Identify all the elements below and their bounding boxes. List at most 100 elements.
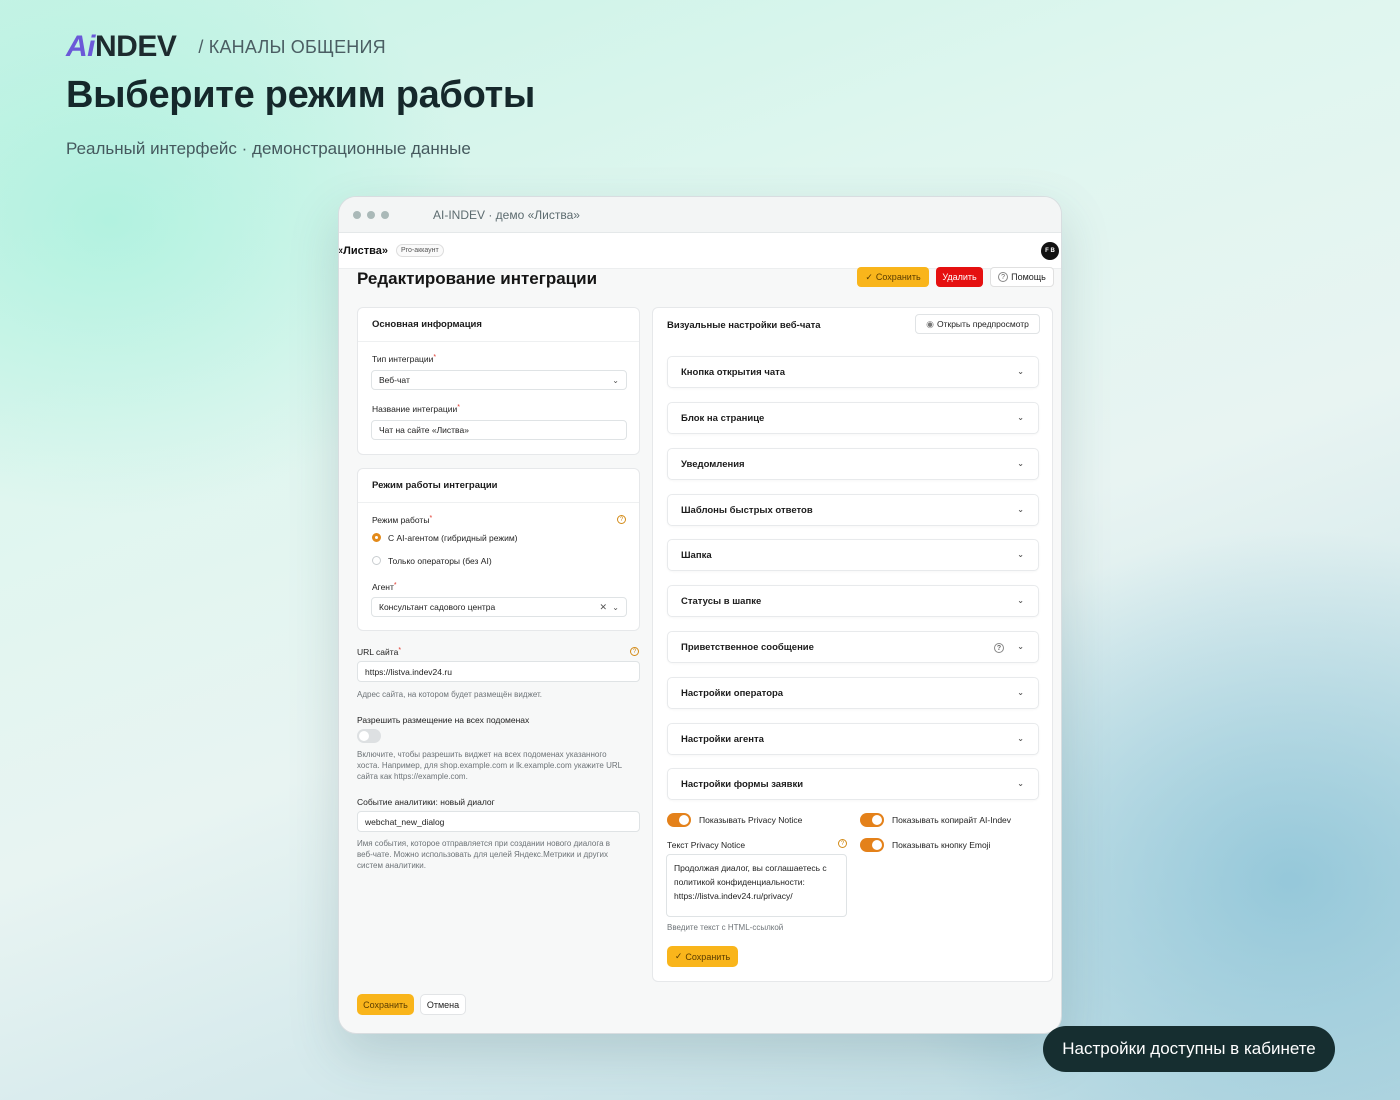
chevron-down-icon: ⌄ (1017, 550, 1024, 559)
preview-button[interactable]: ◉ Открыть предпросмотр (915, 314, 1040, 334)
analytics-value: webchat_new_dialog (365, 816, 445, 827)
window-title: AI-INDEV · демо «Листва» (433, 207, 580, 222)
name-value: Чат на сайте «Листва» (379, 425, 469, 435)
privacy-text-label: Текст Privacy Notice (667, 840, 746, 850)
chevron-down-icon: ⌄ (1017, 688, 1024, 697)
type-value: Веб-чат (379, 375, 410, 385)
agent-select[interactable]: Консультант садового центра ✕ ⌄ (371, 597, 627, 617)
url-hint: Адрес сайта, на котором будет размещён в… (357, 690, 543, 699)
avatar[interactable]: F B (1041, 242, 1059, 260)
save-button-top[interactable]: ✓ Сохранить (857, 267, 929, 287)
window-dot-3 (381, 210, 389, 219)
section-page-block[interactable]: Блок на странице ⌄ (667, 402, 1039, 434)
delete-label: Удалить (942, 272, 977, 282)
chevron-down-icon: ⌄ (1017, 459, 1024, 468)
section-header[interactable]: Шапка ⌄ (667, 539, 1039, 571)
visual-save-button[interactable]: ✓ Сохранить (667, 946, 738, 967)
emoji-toggle[interactable] (860, 838, 884, 852)
help-button[interactable]: ? Помощь (990, 267, 1054, 287)
logo-ai: Ai (66, 30, 96, 63)
radio-operators-label[interactable]: Только операторы (без AI) (388, 556, 492, 566)
analytics-input[interactable]: webchat_new_dialog (357, 811, 640, 832)
radio-operators-mode[interactable] (372, 556, 381, 565)
clear-icon[interactable]: ✕ (599, 602, 607, 613)
info-icon[interactable]: ? (630, 647, 639, 656)
save-button-bottom[interactable]: Сохранить (357, 994, 414, 1015)
chevron-down-icon: ⌄ (1017, 596, 1024, 605)
cancel-button[interactable]: Отмена (420, 994, 466, 1015)
privacy-textarea[interactable]: Продолжая диалог, вы соглашаетесь с поли… (666, 854, 847, 917)
chevron-down-icon: ⌄ (612, 603, 619, 612)
type-label: Тип интеграции* (372, 354, 437, 364)
section-welcome-message[interactable]: Приветственное сообщение? ⌄ (667, 631, 1039, 663)
chevron-down-icon: ⌄ (1017, 413, 1024, 422)
copyright-toggle[interactable] (860, 813, 884, 827)
chevron-down-icon: ⌄ (1017, 779, 1024, 788)
privacy-hint: Введите текст с HTML-ссылкой (667, 923, 784, 932)
section-operator-settings[interactable]: Настройки оператора ⌄ (667, 677, 1039, 709)
section-chat-button[interactable]: Кнопка открытия чата ⌄ (667, 356, 1039, 388)
info-icon[interactable]: ? (617, 515, 626, 524)
subdomains-toggle[interactable] (357, 729, 381, 743)
save-bottom-label: Сохранить (363, 999, 408, 1010)
cabinet-cta-pill[interactable]: Настройки доступны в кабинете (1043, 1026, 1335, 1072)
analytics-label: Событие аналитики: новый диалог (357, 797, 495, 807)
mode-heading: Режим работы интеграции (358, 469, 639, 503)
page-title: Выберите режим работы (66, 74, 536, 116)
subdomains-hint-1: Включите, чтобы разрешить виджет на всех… (357, 750, 607, 759)
chevron-down-icon: ⌄ (612, 376, 619, 385)
basic-info-card: Основная информация Тип интеграции* Веб-… (357, 307, 640, 455)
section-agent-settings[interactable]: Настройки агента ⌄ (667, 723, 1039, 755)
mode-card: Режим работы интеграции Режим работы* ? … (357, 468, 640, 631)
page-subtitle: Реальный интерфейс · демонстрационные да… (66, 139, 471, 158)
breadcrumb[interactable]: / КАНАЛЫ ОБЩЕНИЯ (198, 37, 385, 58)
copyright-toggle-label: Показывать копирайт AI-Indev (892, 815, 1012, 825)
name-label: Название интеграции* (372, 404, 460, 414)
window-titlebar: AI-INDEV · демо «Листва» (339, 197, 1061, 233)
analytics-hint-1: Имя события, которое отправляется при со… (357, 839, 611, 848)
section-form-settings[interactable]: Настройки формы заявки ⌄ (667, 768, 1039, 800)
window-dot-2 (367, 210, 375, 219)
question-icon[interactable]: ? (994, 643, 1004, 653)
chevron-down-icon: ⌄ (1017, 734, 1024, 743)
subdomains-hint-3: сайта как https://example.com. (357, 772, 468, 781)
info-icon[interactable]: ? (838, 839, 847, 848)
cancel-label: Отмена (426, 999, 460, 1010)
check-icon: ✓ (865, 271, 873, 282)
privacy-text-line-1: Продолжая диалог, вы соглашаетесь с (674, 863, 827, 873)
app-topbar: «Листва» Pro-аккаунт F B (339, 233, 1061, 269)
radio-ai-label[interactable]: С AI-агентом (гибридный режим) (388, 533, 518, 543)
delete-button[interactable]: Удалить (936, 267, 983, 287)
demo-window: AI-INDEV · демо «Листва» «Листва» Pro-ак… (338, 196, 1062, 1034)
url-input[interactable]: https://listva.indev24.ru (357, 661, 640, 682)
section-notifications[interactable]: Уведомления ⌄ (667, 448, 1039, 480)
visual-save-label: Сохранить (685, 951, 731, 962)
agent-label: Агент* (372, 582, 397, 592)
chevron-down-icon: ⌄ (1017, 505, 1024, 514)
brand-name[interactable]: «Листва» (339, 245, 388, 257)
privacy-notice-toggle[interactable] (667, 813, 691, 827)
name-input[interactable]: Чат на сайте «Листва» (371, 420, 627, 440)
emoji-toggle-label: Показывать кнопку Emoji (892, 840, 991, 850)
page-header: Ai NDEV / КАНАЛЫ ОБЩЕНИЯ Выберите режим р… (66, 32, 535, 159)
logo-indev: NDEV (95, 30, 177, 63)
question-icon: ? (998, 272, 1009, 282)
page-content: Редактирование интеграции ✓ Сохранить Уда… (339, 267, 1061, 1033)
url-label: URL сайта* (357, 647, 402, 657)
privacy-text-line-3: https://listva.indev24.ru/privacy/ (674, 891, 793, 901)
subdomains-label: Разрешить размещение на всех подоменах (357, 715, 530, 725)
eye-icon: ◉ (926, 318, 934, 329)
basic-info-heading: Основная информация (358, 308, 639, 342)
section-quick-replies[interactable]: Шаблоны быстрых ответов ⌄ (667, 494, 1039, 526)
save-label: Сохранить (875, 272, 921, 282)
radio-ai-mode[interactable] (372, 533, 381, 542)
agent-value: Консультант садового центра (379, 602, 496, 612)
aindev-logo[interactable]: Ai NDEV (66, 30, 177, 63)
check-icon: ✓ (674, 951, 683, 961)
edit-title: Редактирование интеграции (357, 269, 598, 288)
privacy-text-line-2: политикой конфиденциальности: (674, 877, 805, 887)
preview-label: Открыть предпросмотр (936, 319, 1029, 329)
subdomains-hint-2: хоста. Например, для shop.example.com и … (357, 761, 623, 770)
section-header-statuses[interactable]: Статусы в шапке ⌄ (667, 585, 1039, 617)
type-select[interactable]: Веб-чат ⌄ (371, 370, 627, 390)
